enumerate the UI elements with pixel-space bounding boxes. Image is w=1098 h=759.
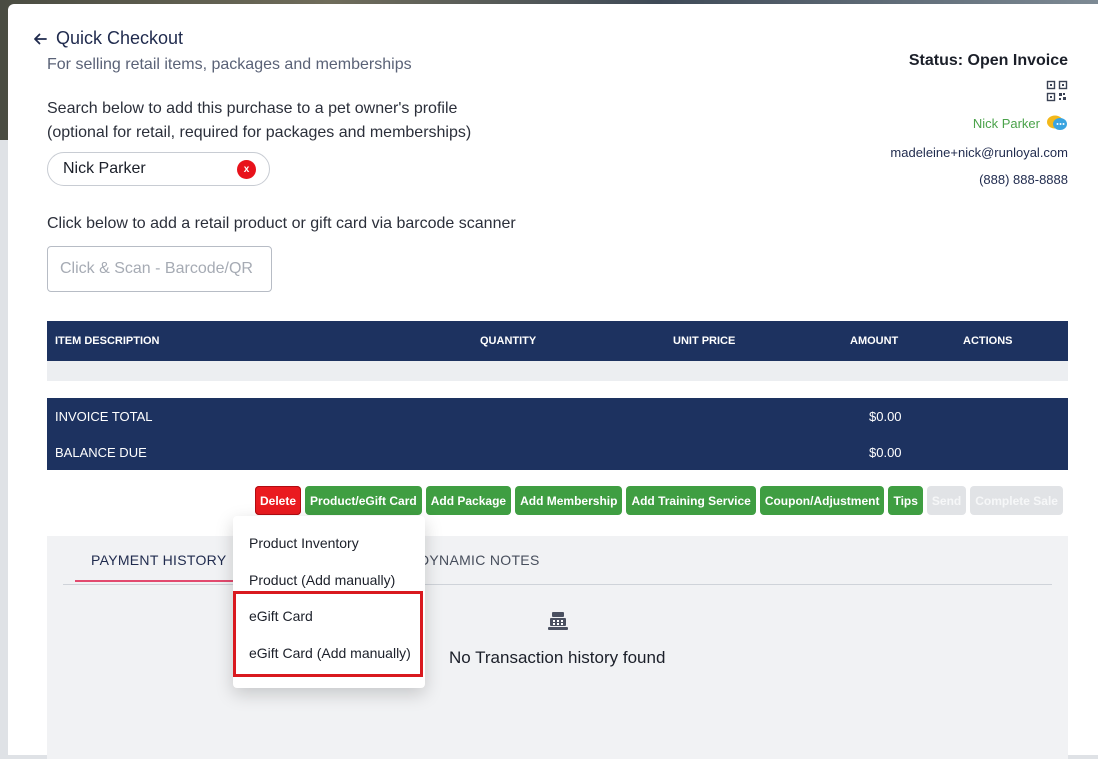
search-hint-line-1: Search below to add this purchase to a p… [47,100,458,117]
tab-dynamic-notes[interactable]: DYNAMIC NOTES [419,552,540,568]
balance-due-value: $0.00 [869,445,902,460]
menu-item-egift-card[interactable]: eGift Card [249,608,313,624]
add-membership-button[interactable]: Add Membership [515,486,623,515]
invoice-total-row: INVOICE TOTAL $0.00 [47,398,1068,434]
page-header: Quick Checkout [32,28,183,49]
clear-icon[interactable]: x [237,160,256,179]
invoice-status: Status: Open Invoice [909,52,1068,70]
product-egift-dropdown: Product Inventory Product (Add manually)… [233,516,425,688]
scan-hint: Click below to add a retail product or g… [47,215,516,232]
add-package-button[interactable]: Add Package [425,486,512,515]
tab-payment-history[interactable]: PAYMENT HISTORY [91,552,226,568]
owner-phone: (888) 888-8888 [979,172,1068,187]
history-panel: PAYMENT HISTORY DYNAMIC NOTES No Transac… [47,536,1068,759]
column-unit-price: UNIT PRICE [673,335,736,347]
add-training-service-button[interactable]: Add Training Service [626,486,756,515]
column-amount: AMOUNT [850,335,899,347]
invoice-total-label: INVOICE TOTAL [55,409,153,424]
page-title: Quick Checkout [56,28,184,48]
cash-register-icon [548,612,568,630]
column-item-description: ITEM DESCRIPTION [55,335,160,347]
checkout-page: Quick Checkout For selling retail items,… [8,4,1098,759]
qr-code-icon[interactable] [1046,80,1068,102]
product-egift-button[interactable]: Product/eGift Card [305,486,422,515]
menu-item-product-add-manually[interactable]: Product (Add manually) [249,572,395,588]
chat-icon[interactable] [1046,114,1068,132]
status-label: Status: Open Invoice [908,52,1068,69]
history-tabs: PAYMENT HISTORY DYNAMIC NOTES [63,536,1052,585]
empty-history-message: No Transaction history found [449,648,666,667]
balance-due-row: BALANCE DUE $0.00 [47,434,1068,470]
column-quantity: QUANTITY [480,335,537,347]
search-hint-line-2: (optional for retail, required for packa… [47,124,472,141]
balance-due-label: BALANCE DUE [55,445,147,460]
tips-button[interactable]: Tips [888,486,923,515]
send-button[interactable]: Send [926,486,967,515]
menu-item-egift-card-add-manually[interactable]: eGift Card (Add manually) [249,645,411,661]
coupon-adjustment-button[interactable]: Coupon/Adjustment [759,486,885,515]
invoice-total-value: $0.00 [869,409,902,424]
owner-name: Nick Parker [972,115,1040,131]
owner-profile-link[interactable]: Nick Parker [973,114,1068,132]
active-tab-indicator [75,580,235,582]
empty-item-row [47,361,1068,381]
menu-item-product-inventory[interactable]: Product Inventory [249,535,359,551]
complete-sale-button[interactable]: Complete Sale [970,486,1063,515]
barcode-scan-input[interactable] [47,246,272,292]
back-arrow-icon[interactable] [32,31,48,47]
delete-button[interactable]: Delete [255,486,302,515]
selected-owner-name: Nick Parker [63,160,146,177]
action-button-bar: Delete Product/eGift Card Add Package Ad… [255,486,1063,515]
page-subtitle: For selling retail items, packages and m… [47,56,412,73]
column-actions: ACTIONS [963,335,1013,347]
invoice-table-header: ITEM DESCRIPTION QUANTITY UNIT PRICE AMO… [47,321,1068,361]
owner-search-hint: Search below to add this purchase to a p… [47,97,471,145]
invoice-table: ITEM DESCRIPTION QUANTITY UNIT PRICE AMO… [47,321,1068,381]
owner-search-field[interactable]: Nick Parker x [47,152,270,186]
owner-email: madeleine+nick@runloyal.com [890,145,1068,160]
